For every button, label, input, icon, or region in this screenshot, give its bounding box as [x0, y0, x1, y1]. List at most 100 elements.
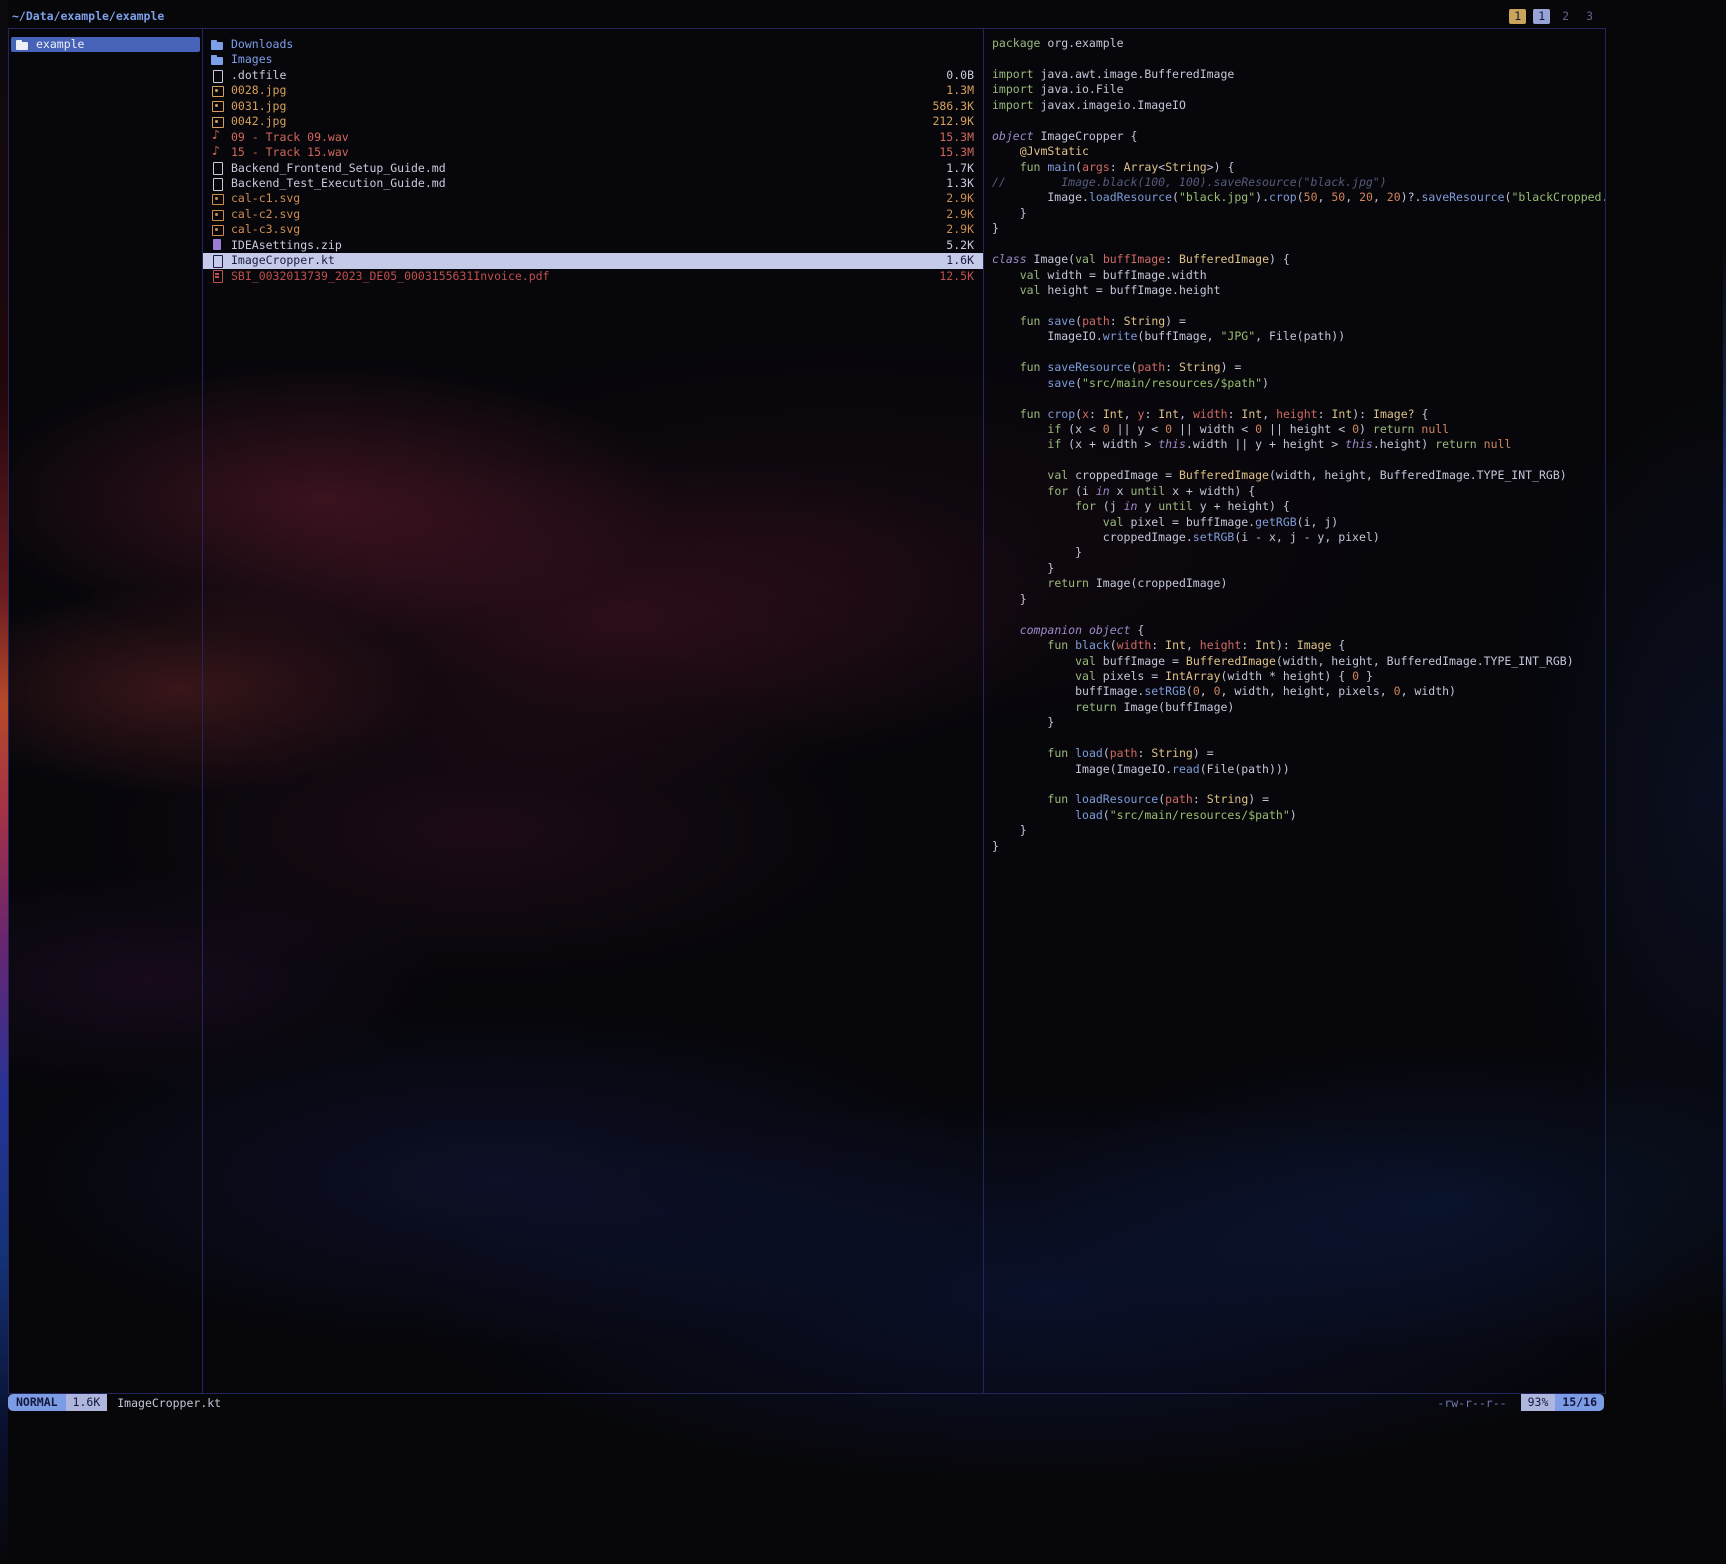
file-row[interactable]: 09 - Track 09.wav 15.3M	[203, 130, 983, 145]
folder-icon	[211, 54, 224, 66]
permissions-text: -rw-r--r--	[1437, 1396, 1506, 1410]
file-icon	[211, 255, 224, 267]
file-name: cal-c1.svg	[231, 191, 938, 206]
file-size: 2.9K	[946, 207, 974, 222]
file-name: Backend_Frontend_Setup_Guide.md	[231, 161, 938, 176]
code-line: fun main(args: Array<String>) {	[992, 160, 1605, 175]
file-row[interactable]: 15 - Track 15.wav15.3M	[203, 145, 983, 160]
folder-icon	[211, 39, 224, 51]
code-line: return Image(buffImage)	[992, 700, 1605, 715]
code-line: fun black(width: Int, height: Int): Imag…	[992, 638, 1605, 653]
image-icon	[211, 224, 224, 236]
code-line: save("src/main/resources/$path")	[992, 376, 1605, 391]
code-line: fun save(path: String) =	[992, 314, 1605, 329]
code-line	[992, 345, 1605, 360]
file-row[interactable]: cal-c2.svg 2.9K	[203, 207, 983, 222]
file-name: SBI_0032013739_2023_DE05_0003155631Invoi…	[231, 269, 931, 284]
code-line: load("src/main/resources/$path")	[992, 808, 1605, 823]
file-row[interactable]: .dotfile0.0B	[203, 68, 983, 83]
code-line: val croppedImage = BufferedImage(width, …	[992, 468, 1605, 483]
code-line: }	[992, 545, 1605, 560]
code-line: // Image.black(100, 100).saveResource("b…	[992, 175, 1605, 190]
code-line: Image(ImageIO.read(File(path)))	[992, 762, 1605, 777]
file-row[interactable]: Backend_Frontend_Setup_Guide.md1.7K	[203, 161, 983, 176]
cursor-position-badge: 15/16	[1555, 1394, 1604, 1411]
code-line: }	[992, 839, 1605, 854]
file-row[interactable]: 0028.jpg1.3M	[203, 83, 983, 98]
file-row[interactable]: SBI_0032013739_2023_DE05_0003155631Invoi…	[203, 269, 983, 284]
image-icon	[211, 193, 224, 205]
file-name: 0028.jpg	[231, 83, 938, 98]
file-name: 0042.jpg	[231, 114, 924, 129]
image-icon	[211, 100, 224, 112]
code-line: if (x + width > this.width || y + height…	[992, 437, 1605, 452]
tab-3[interactable]: 2	[1557, 9, 1574, 24]
image-icon	[211, 116, 224, 128]
file-row[interactable]: cal-c3.svg2.9K	[203, 222, 983, 237]
file-name: Images	[231, 52, 966, 67]
file-row[interactable]: Images	[203, 52, 983, 67]
code-line: fun loadResource(path: String) =	[992, 792, 1605, 807]
file-name: Backend_Test_Execution_Guide.md	[231, 176, 938, 191]
code-line: }	[992, 561, 1605, 576]
code-line: fun saveResource(path: String) =	[992, 360, 1605, 375]
code-line: ImageIO.write(buffImage, "JPG", File(pat…	[992, 329, 1605, 344]
code-line: }	[992, 715, 1605, 730]
code-line: if (x < 0 || y < 0 || width < 0 || heigh…	[992, 422, 1605, 437]
code-line	[992, 731, 1605, 746]
tab-1[interactable]: 1	[1509, 9, 1526, 24]
file-name: Downloads	[231, 37, 966, 52]
tab-4[interactable]: 3	[1581, 9, 1598, 24]
code-line	[992, 607, 1605, 622]
code-line: Image.loadResource("black.jpg").crop(50,…	[992, 190, 1605, 205]
file-row[interactable]: cal-c1.svg2.9K	[203, 191, 983, 206]
code-line: companion object {	[992, 623, 1605, 638]
audio-icon	[211, 131, 224, 143]
tab-bar: 1123	[1502, 9, 1598, 24]
file-row[interactable]: IDEAsettings.zip5.2K	[203, 238, 983, 253]
code-line: val buffImage = BufferedImage(width, hei…	[992, 654, 1605, 669]
file-row[interactable]: ImageCropper.kt1.6K	[203, 253, 983, 268]
code-line	[992, 777, 1605, 792]
file-icon	[211, 70, 224, 82]
file-row[interactable]: Downloads	[203, 37, 983, 52]
code-line: return Image(croppedImage)	[992, 576, 1605, 591]
code-line: }	[992, 206, 1605, 221]
code-line: }	[992, 823, 1605, 838]
file-name: .dotfile	[231, 68, 938, 83]
terminal-screen: ~/Data/example/example 1123 example Down…	[0, 0, 1726, 1564]
code-line: }	[992, 221, 1605, 236]
file-size: 15.3M	[939, 130, 974, 145]
file-row[interactable]: Backend_Test_Execution_Guide.md1.3K	[203, 176, 983, 191]
status-filename: ImageCropper.kt	[117, 1396, 221, 1410]
file-row[interactable]: 0042.jpg212.9K	[203, 114, 983, 129]
parent-item[interactable]: example	[11, 37, 200, 52]
file-size: 5.2K	[946, 238, 974, 253]
code-line: }	[992, 592, 1605, 607]
file-icon	[211, 162, 224, 174]
code-line: class Image(val buffImage: BufferedImage…	[992, 252, 1605, 267]
tab-2[interactable]: 1	[1533, 9, 1550, 24]
file-row[interactable]: 0031.jpg586.3K	[203, 99, 983, 114]
code-line	[992, 51, 1605, 66]
file-size: 1.6K	[946, 253, 974, 268]
files-panel: DownloadsImages.dotfile0.0B0028.jpg1.3M0…	[203, 29, 984, 1393]
image-icon	[211, 209, 224, 221]
code-preview: package org.example import java.awt.imag…	[992, 36, 1605, 854]
file-size: 12.5K	[939, 269, 974, 284]
code-line: for (j in y until y + height) {	[992, 499, 1605, 514]
file-name: 0031.jpg	[231, 99, 924, 114]
file-icon	[211, 178, 224, 190]
status-bar: NORMAL 1.6K ImageCropper.kt -rw-r--r-- 9…	[8, 1394, 1604, 1411]
file-manager: ~/Data/example/example 1123 example Down…	[8, 4, 1606, 1414]
header-bar: ~/Data/example/example 1123	[12, 6, 1598, 26]
pdf-icon	[211, 270, 224, 282]
status-right: -rw-r--r-- 93% 15/16	[1437, 1394, 1604, 1411]
file-name: 09 - Track 09.wav	[231, 130, 931, 145]
zip-icon	[211, 239, 224, 251]
file-name: cal-c2.svg	[231, 207, 938, 222]
code-line: fun load(path: String) =	[992, 746, 1605, 761]
mode-badge: NORMAL	[8, 1394, 66, 1411]
code-line	[992, 113, 1605, 128]
image-icon	[211, 85, 224, 97]
